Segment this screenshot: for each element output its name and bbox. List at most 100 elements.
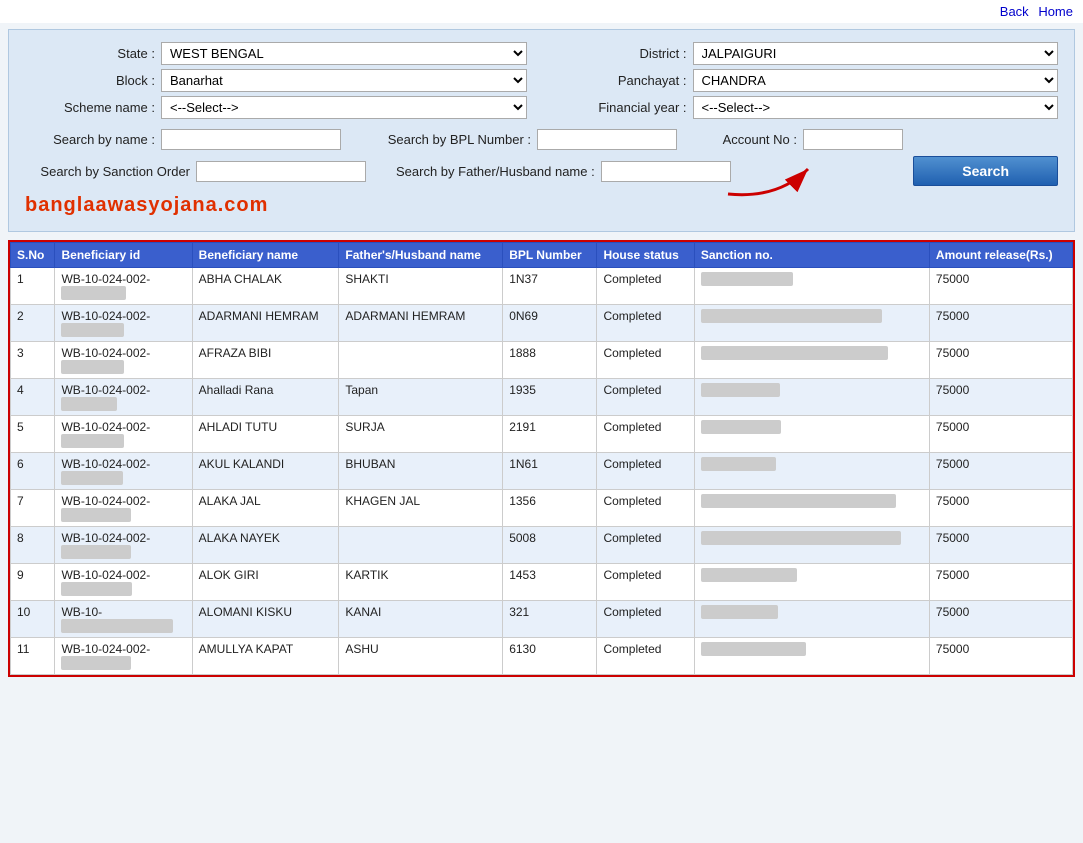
cell-id: WB-10-024-002-01XXXXXXX [55, 490, 192, 527]
col-sno: S.No [11, 243, 55, 268]
cell-amount: 75000 [929, 638, 1072, 675]
cell-amount: 75000 [929, 305, 1072, 342]
cell-amount: 75000 [929, 601, 1072, 638]
arrow-indicator [718, 154, 818, 207]
back-link[interactable]: Back [1000, 4, 1029, 19]
financial-year-label: Financial year : [557, 100, 687, 115]
table-row: 2 WB-10-024-002-0XXXXXXX ADARMANI HEMRAM… [11, 305, 1073, 342]
table-row: 11 WB-10-024-002-01XXXXXXX AMULLYA KAPAT… [11, 638, 1073, 675]
cell-bpl: 6130 [503, 638, 597, 675]
cell-status: Completed [597, 490, 694, 527]
table-header-row: S.No Beneficiary id Beneficiary name Fat… [11, 243, 1073, 268]
cell-sno: 6 [11, 453, 55, 490]
cell-bpl: 1356 [503, 490, 597, 527]
table-row: 6 WB-10-024-002-XXXXXX61 AKUL KALANDI BH… [11, 453, 1073, 490]
col-beneficiary-id: Beneficiary id [55, 243, 192, 268]
cell-id: WB-10-024-002-0XXXXXXX [55, 416, 192, 453]
search-button[interactable]: Search [913, 156, 1058, 186]
cell-id: WB-10-024-002-0XXXXXXX [55, 342, 192, 379]
table-row: 1 WB-10-024-002-XXXXXXXX ABHA CHALAK SHA… [11, 268, 1073, 305]
cell-id: WB-10-024-002-0XXXXXXX [55, 305, 192, 342]
col-father-name: Father's/Husband name [339, 243, 503, 268]
account-no-row: Account No : [707, 129, 903, 150]
cell-bpl: 321 [503, 601, 597, 638]
cell-name: ABHA CHALAK [192, 268, 339, 305]
col-bpl: BPL Number [503, 243, 597, 268]
cell-father: KHAGEN JAL [339, 490, 503, 527]
cell-id: WB-10-024-002-01XXXXXXX [55, 527, 192, 564]
cell-sno: 9 [11, 564, 55, 601]
cell-father: SHAKTI [339, 268, 503, 305]
col-beneficiary-name: Beneficiary name [192, 243, 339, 268]
home-link[interactable]: Home [1038, 4, 1073, 19]
financial-year-row: Financial year : <--Select--> [557, 96, 1059, 119]
cell-status: Completed [597, 342, 694, 379]
cell-id: WB-10-024-002-XXXXXX61 [55, 453, 192, 490]
cell-bpl: 1888 [503, 342, 597, 379]
results-table-wrapper: S.No Beneficiary id Beneficiary name Fat… [8, 240, 1075, 677]
cell-status: Completed [597, 379, 694, 416]
top-nav: Back Home [0, 0, 1083, 23]
cell-sno: 11 [11, 638, 55, 675]
cell-sanction: 19/XXXXXXXXX00614/13-14 (I)/6 [694, 305, 929, 342]
cell-sanction: XXXXXXXXXXXDN [694, 638, 929, 675]
search-by-sanction-input[interactable] [196, 161, 366, 182]
search-form: State : WEST BENGAL Block : Banarhat Sch… [8, 29, 1075, 232]
state-row: State : WEST BENGAL [25, 42, 527, 65]
financial-year-select[interactable]: <--Select--> [693, 96, 1059, 119]
cell-father: BHUBAN [339, 453, 503, 490]
cell-sno: 2 [11, 305, 55, 342]
table-row: 8 WB-10-024-002-01XXXXXXX ALAKA NAYEK 50… [11, 527, 1073, 564]
cell-sno: 10 [11, 601, 55, 638]
search-by-name-input[interactable] [161, 129, 341, 150]
cell-sanction: 450XXXXX 1/6 [694, 416, 929, 453]
state-select[interactable]: WEST BENGAL [161, 42, 527, 65]
table-row: 7 WB-10-024-002-01XXXXXXX ALAKA JAL KHAG… [11, 490, 1073, 527]
cell-status: Completed [597, 416, 694, 453]
search-by-father-row: Search by Father/Husband name : [396, 161, 731, 182]
cell-sno: 7 [11, 490, 55, 527]
cell-bpl: 1935 [503, 379, 597, 416]
cell-amount: 75000 [929, 379, 1072, 416]
cell-name: AFRAZA BIBI [192, 342, 339, 379]
cell-bpl: 2191 [503, 416, 597, 453]
cell-status: Completed [597, 527, 694, 564]
cell-father: ASHU [339, 638, 503, 675]
search-by-name-row: Search by name : [25, 129, 341, 150]
search-by-bpl-row: Search by BPL Number : [371, 129, 677, 150]
panchayat-select[interactable]: CHANDRA [693, 69, 1059, 92]
cell-sanction: 1XXXXXXXXXDN [694, 564, 929, 601]
search-by-father-input[interactable] [601, 161, 731, 182]
cell-id: WB-10-024-002-XXXXXXXX [55, 268, 192, 305]
scheme-select[interactable]: <--Select--> [161, 96, 527, 119]
cell-father: KANAI [339, 601, 503, 638]
district-select[interactable]: JALPAIGURI [693, 42, 1059, 65]
cell-father: KARTIK [339, 564, 503, 601]
cell-name: Ahalladi Rana [192, 379, 339, 416]
cell-name: ALAKA JAL [192, 490, 339, 527]
cell-father: Tapan [339, 379, 503, 416]
block-label: Block : [25, 73, 155, 88]
search-by-bpl-label: Search by BPL Number : [371, 132, 531, 147]
search-by-father-label: Search by Father/Husband name : [396, 164, 595, 179]
cell-amount: 75000 [929, 342, 1072, 379]
cell-status: Completed [597, 305, 694, 342]
watermark-text: banglaawasyojana.com [25, 194, 268, 216]
cell-name: ADARMANI HEMRAM [192, 305, 339, 342]
cell-sanction: 19XXXXXXXXX/100614/13-14 (I)/6 [694, 342, 929, 379]
cell-id: WB-10-024-002-0XXXXXXXX [55, 564, 192, 601]
cell-sno: 3 [11, 342, 55, 379]
cell-amount: 75000 [929, 453, 1072, 490]
results-table: S.No Beneficiary id Beneficiary name Fat… [10, 242, 1073, 675]
cell-status: Completed [597, 601, 694, 638]
table-row: 3 WB-10-024-002-0XXXXXXX AFRAZA BIBI 188… [11, 342, 1073, 379]
table-row: 9 WB-10-024-002-0XXXXXXXX ALOK GIRI KART… [11, 564, 1073, 601]
cell-bpl: 5008 [503, 527, 597, 564]
district-row: District : JALPAIGURI [557, 42, 1059, 65]
block-select[interactable]: Banarhat [161, 69, 527, 92]
table-row: 10 WB-10-XXXXXXXX-002/321 ALOMANI KISKU … [11, 601, 1073, 638]
cell-sno: 4 [11, 379, 55, 416]
search-by-bpl-input[interactable] [537, 129, 677, 150]
search-by-name-label: Search by name : [25, 132, 155, 147]
account-no-input[interactable] [803, 129, 903, 150]
